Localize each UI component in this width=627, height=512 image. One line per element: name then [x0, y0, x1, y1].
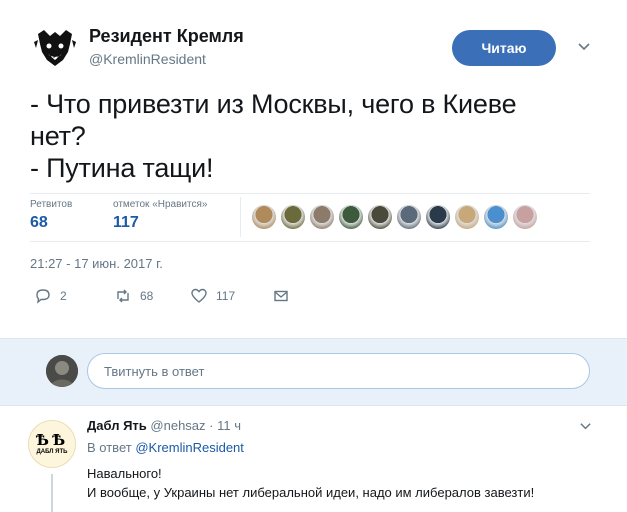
avatar-text: ДАБЛ ЯТЬ [36, 449, 68, 455]
author-name[interactable]: Резидент Кремля [89, 26, 244, 47]
reply-text-line: Навального! [87, 466, 162, 481]
in-reply-to-handle[interactable]: @KremlinResident [135, 440, 244, 455]
reply-composer: Твитнуть в ответ [0, 338, 627, 406]
reply-count: 2 [60, 289, 67, 303]
chevron-down-icon[interactable] [577, 40, 591, 54]
tweet-text-line: - Что привезти из Москвы, чего в Киеве [30, 89, 517, 119]
user-avatar-icon[interactable] [339, 205, 363, 229]
user-avatar-icon[interactable] [455, 205, 479, 229]
reply-author-handle[interactable]: @nehsaz [150, 418, 205, 433]
reply-header: Дабл Ять @nehsaz · 11 ч [87, 418, 241, 433]
retweet-count: 68 [140, 289, 154, 303]
divider [240, 197, 241, 237]
avatar-glyph: ѢѢ [35, 431, 69, 449]
user-avatar-icon[interactable] [426, 205, 450, 229]
user-avatar-icon[interactable] [368, 205, 392, 229]
chevron-down-icon[interactable] [579, 420, 592, 433]
following-button[interactable]: Читаю [452, 30, 556, 66]
reply-tweet[interactable]: ѢѢ ДАБЛ ЯТЬ Дабл Ять @nehsaz · 11 ч В от… [0, 406, 627, 512]
thread-line [51, 474, 53, 512]
like-action[interactable]: 117 [190, 287, 235, 305]
reply-input[interactable]: Твитнуть в ответ [87, 353, 590, 389]
reply-author-avatar[interactable]: ѢѢ ДАБЛ ЯТЬ [28, 420, 76, 468]
heart-icon [191, 288, 207, 303]
like-count: 117 [216, 289, 236, 303]
reply-action[interactable]: 2 [34, 287, 67, 305]
tweet-text: - Что привезти из Москвы, чего в Киеве н… [30, 88, 610, 184]
user-avatar-icon[interactable] [281, 205, 305, 229]
author-avatar[interactable] [30, 22, 80, 72]
reply-time[interactable]: · 11 ч [209, 418, 241, 433]
tweet-timestamp: 21:27 - 17 июн. 2017 г. [30, 256, 163, 271]
likes-label: отметок «Нравится» [113, 199, 208, 210]
reply-author-name[interactable]: Дабл Ять [87, 418, 147, 433]
user-avatar-icon[interactable] [252, 205, 276, 229]
retweets-label: Ретвитов [30, 199, 73, 210]
tweet-text-line: нет? [30, 121, 86, 151]
user-avatar-icon[interactable] [310, 205, 334, 229]
in-reply-to-label: В ответ [87, 440, 132, 455]
author-handle[interactable]: @KremlinResident [89, 51, 206, 67]
divider [30, 193, 590, 194]
likes-count: 117 [113, 214, 139, 231]
user-avatar-icon[interactable] [484, 205, 508, 229]
likes-stat[interactable]: отметок «Нравится» 117 [113, 199, 207, 232]
tweet-card: Резидент Кремля @KremlinResident Читаю -… [0, 0, 627, 338]
user-avatar-icon[interactable] [397, 205, 421, 229]
divider [30, 241, 590, 242]
envelope-icon [274, 290, 288, 302]
reply-text: Навального! И вообще, у Украины нет либе… [87, 464, 534, 502]
reply-text-line: И вообще, у Украины нет либеральной идеи… [87, 485, 535, 500]
user-avatar-icon [46, 355, 78, 387]
liker-avatars [252, 205, 537, 229]
retweets-count: 68 [30, 214, 48, 231]
user-avatar-icon[interactable] [513, 205, 537, 229]
direct-message-action[interactable] [272, 287, 290, 305]
bear-logo-icon [34, 30, 76, 66]
reply-icon [36, 289, 50, 304]
retweets-stat[interactable]: Ретвитов 68 [30, 199, 72, 232]
in-reply-to: В ответ @KremlinResident [87, 440, 244, 455]
current-user-avatar [46, 355, 78, 387]
retweet-action[interactable]: 68 [114, 287, 153, 305]
tweet-text-line: - Путина тащи! [30, 153, 214, 183]
retweet-icon [117, 289, 129, 303]
